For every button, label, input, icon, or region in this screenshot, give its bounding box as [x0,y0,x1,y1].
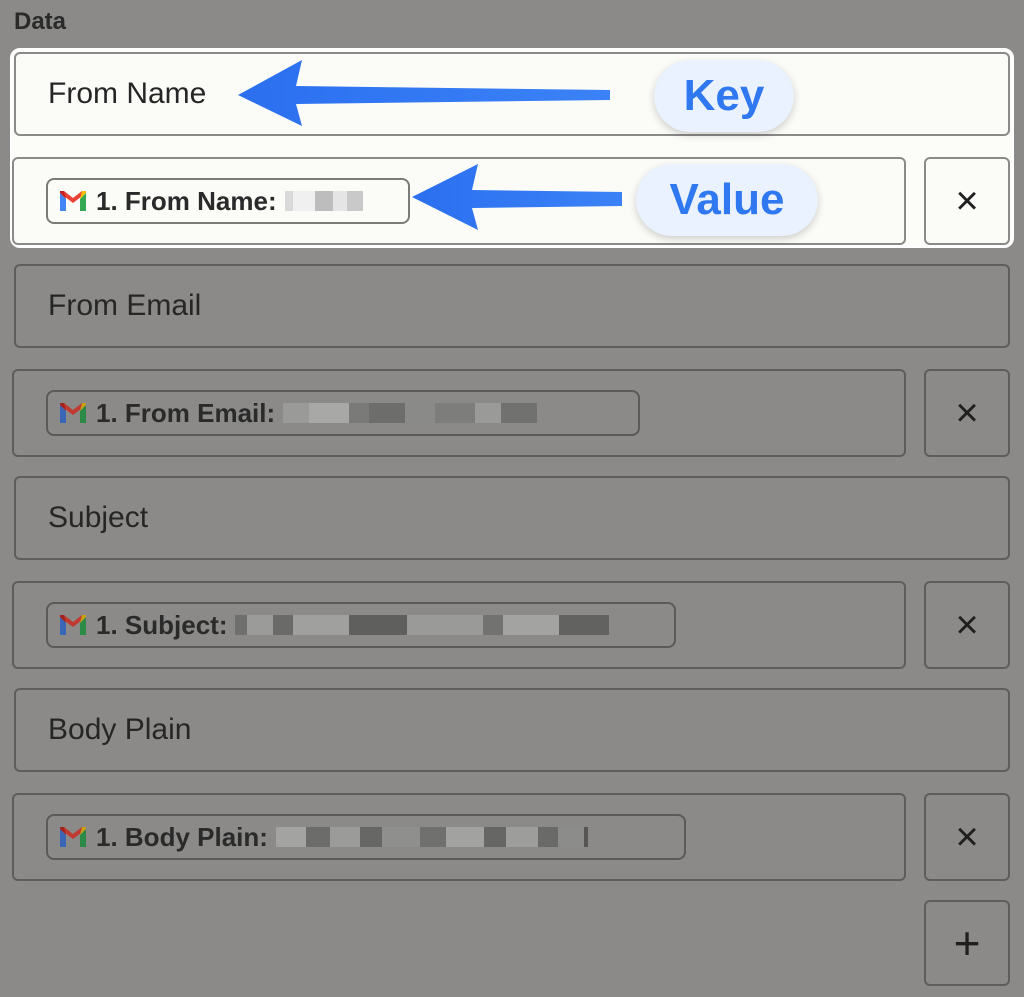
annotation-arrows [238,60,622,230]
callout-key: Key [654,60,794,132]
arrow-to-key [238,60,610,126]
callout-value: Value [636,164,818,236]
arrow-to-value [412,164,622,230]
